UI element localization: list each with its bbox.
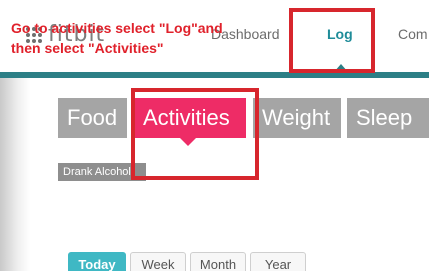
instruction-annotation: Go to activities select "Log"and then se… [11, 18, 296, 58]
nav-community[interactable]: Com [398, 26, 428, 42]
instruction-line-1: Go to activities select "Log"and [11, 20, 223, 36]
date-month-button[interactable]: Month [190, 252, 246, 271]
side-shadow [0, 78, 30, 271]
date-today-button[interactable]: Today [68, 252, 126, 271]
activities-highlight-box [131, 88, 259, 180]
log-highlight-box [289, 8, 375, 73]
instruction-line-2: then select "Activities" [11, 40, 164, 56]
tab-weight[interactable]: Weight [253, 98, 341, 138]
date-week-button[interactable]: Week [130, 252, 186, 271]
tab-food[interactable]: Food [58, 98, 127, 138]
tab-sleep[interactable]: Sleep [347, 98, 429, 138]
date-year-button[interactable]: Year [250, 252, 306, 271]
